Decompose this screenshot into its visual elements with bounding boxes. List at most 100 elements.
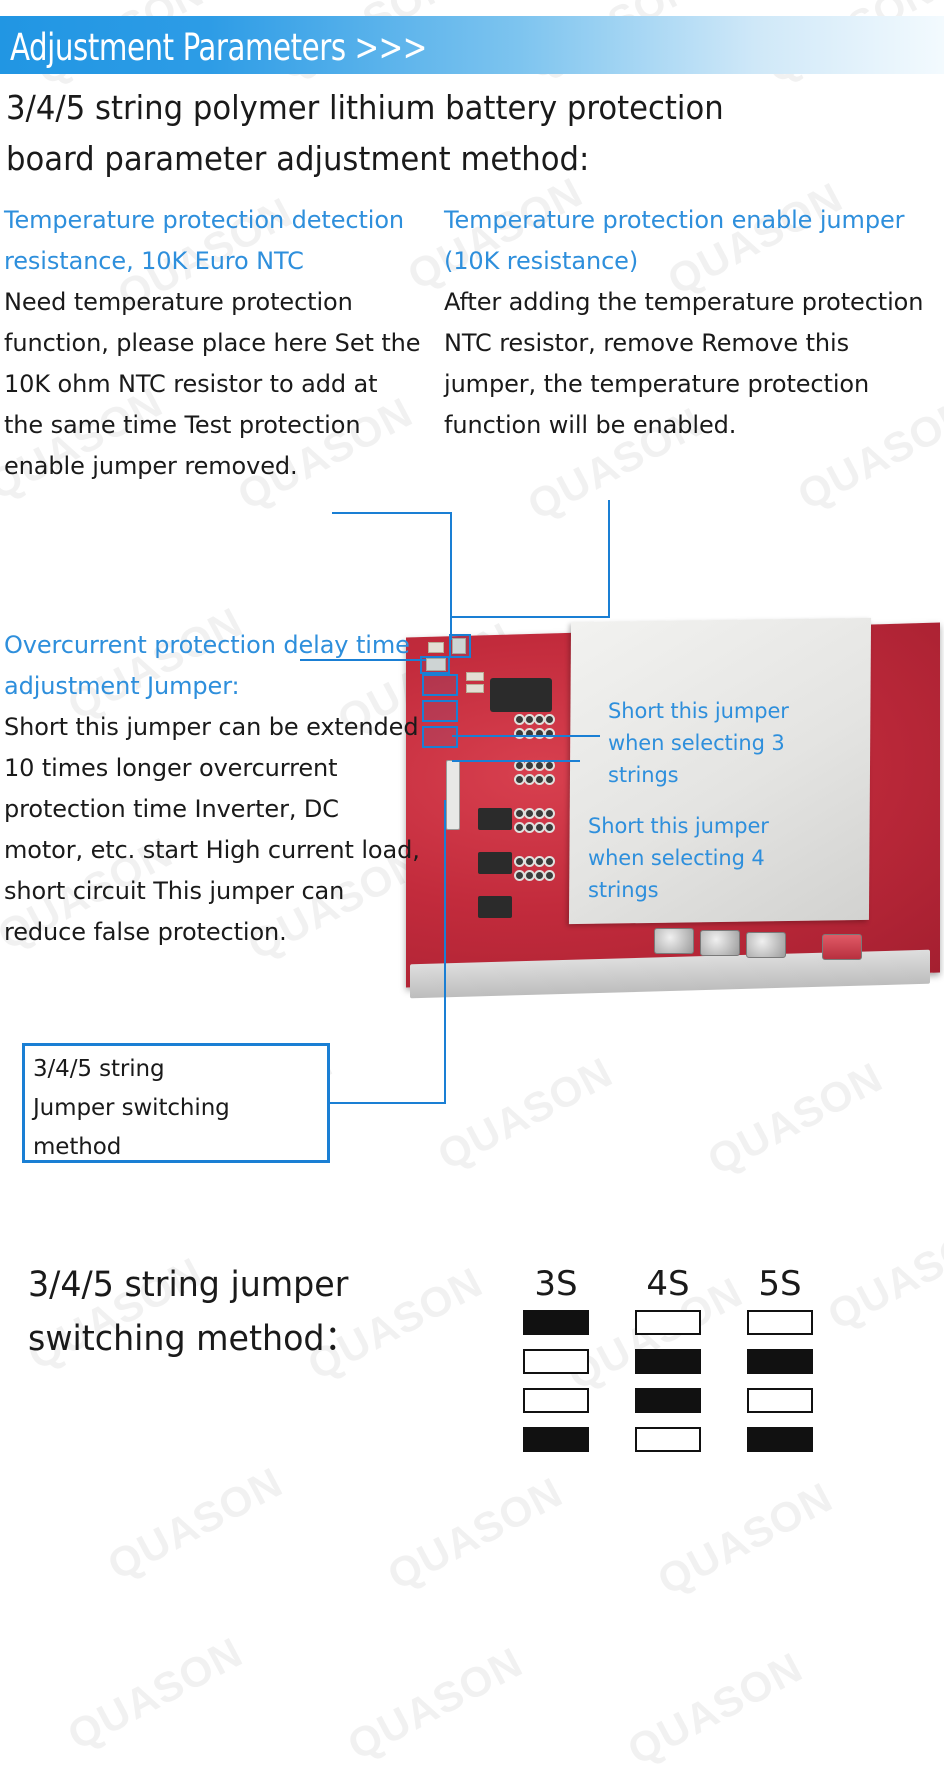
watermark: QUASON [379, 1468, 571, 1599]
watermark: QUASON [429, 1048, 621, 1179]
pcb-connector [446, 760, 460, 830]
callout-line-ntc [332, 512, 452, 514]
left-column-heading: Temperature protection detection resista… [4, 206, 405, 275]
pcb-jumper-highlight-4s [422, 726, 458, 748]
pcb-mosfet [478, 808, 512, 830]
bottom-title-line2: switching method： [28, 1319, 358, 1359]
jumper-table-col-3s: 3S [534, 1264, 578, 1304]
callout-short-3-strings: Short this jumper when selecting 3 strin… [608, 695, 818, 791]
overcurrent-heading: Overcurrent protection delay time adjust… [4, 631, 410, 700]
watermark: QUASON [699, 1053, 891, 1184]
jumper-open-box [635, 1310, 701, 1335]
bottom-section-title: 3/4/5 string jumper switching method： [28, 1258, 446, 1366]
bottom-title-line1: 3/4/5 string jumper [28, 1265, 349, 1305]
watermark: QUASON [819, 1208, 944, 1339]
jumper-table-body [500, 1310, 836, 1452]
jumper-table-cell [500, 1349, 612, 1374]
jumper-shorted-box [523, 1427, 589, 1452]
right-column: Temperature protection enable jumper (10… [444, 200, 944, 446]
watermark: QUASON [99, 1458, 291, 1589]
note-box-line3: method [33, 1134, 122, 1160]
pcb-terminal [654, 928, 694, 954]
callout-3s-line1: Short this jumper [608, 699, 789, 723]
jumper-table-col-4s: 4S [646, 1264, 690, 1304]
pcb-photo [404, 612, 944, 999]
jumper-open-box [747, 1388, 813, 1413]
jumper-shorted-box [747, 1427, 813, 1452]
callout-line-ntc-vert [450, 512, 452, 640]
jumper-table-cell [500, 1388, 612, 1413]
jumper-table-row [500, 1388, 836, 1413]
jumper-shorted-box [747, 1349, 813, 1374]
callout-line-notebox-vert [444, 800, 446, 1104]
pcb-jumper-highlight-temp [449, 634, 471, 658]
callout-line-overcurrent [300, 659, 426, 661]
callout-line-4strings [452, 760, 580, 762]
jumper-open-box [747, 1310, 813, 1335]
callout-short-4-strings: Short this jumper when selecting 4 strin… [588, 810, 798, 906]
callout-line-temp-enable-horiz [452, 616, 610, 618]
pcb-mosfet [478, 852, 512, 874]
pcb-jumper-highlight-3s [422, 700, 458, 722]
jumper-table-header-row: 3S 4S 5S [500, 1258, 836, 1310]
note-box-line1: 3/4/5 string [33, 1056, 165, 1082]
right-column-heading: Temperature protection enable jumper (10… [444, 206, 905, 275]
jumper-switching-note-box: 3/4/5 string Jumper switching method [22, 1043, 330, 1163]
jumper-shorted-box [635, 1388, 701, 1413]
jumper-shorted-box [635, 1349, 701, 1374]
watermark: QUASON [619, 1643, 811, 1774]
pcb-terminal [700, 930, 740, 956]
jumper-table-cell [500, 1310, 612, 1335]
callout-line-notebox [330, 1102, 446, 1104]
pcb-ic-chip [490, 678, 552, 712]
page-title: 3/4/5 string polymer lithium battery pro… [6, 82, 806, 184]
callout-4s-line1: Short this jumper [588, 814, 769, 838]
pcb-component [466, 684, 484, 693]
pcb-terminal-positive [822, 934, 862, 960]
jumper-table-row [500, 1310, 836, 1335]
jumper-table-cell [500, 1427, 612, 1452]
jumper-open-box [635, 1427, 701, 1452]
callout-line-temp-enable [608, 500, 610, 618]
jumper-table-cell [612, 1388, 724, 1413]
pcb-pad-row [516, 824, 553, 831]
jumper-shorted-box [523, 1310, 589, 1335]
jumper-table-row [500, 1427, 836, 1452]
watermark: QUASON [649, 1473, 841, 1604]
left-column: Temperature protection detection resista… [4, 200, 424, 487]
pcb-pad-row [516, 858, 553, 865]
header-bar: Adjustment Parameters >>> [0, 16, 944, 74]
jumper-table-cell [724, 1310, 836, 1335]
jumper-table-cell [612, 1349, 724, 1374]
pcb-terminal [746, 932, 786, 958]
callout-3s-line3: strings [608, 763, 679, 787]
callout-3s-line2: when selecting 3 [608, 731, 785, 755]
pcb-pad-row [516, 716, 553, 723]
pcb-pad-row [516, 776, 553, 783]
page-title-line1: 3/4/5 string polymer lithium battery pro… [6, 88, 724, 127]
jumper-open-box [523, 1388, 589, 1413]
jumper-table-col-5s: 5S [758, 1264, 802, 1304]
pcb-component [466, 672, 484, 681]
jumper-table-cell [612, 1310, 724, 1335]
pcb-pad-row [516, 810, 553, 817]
pcb-mosfet [478, 896, 512, 918]
watermark: QUASON [59, 1628, 251, 1759]
watermark: QUASON [339, 1638, 531, 1769]
left-column-body: Need temperature protection function, pl… [4, 288, 421, 480]
pcb-pad-row [516, 762, 553, 769]
right-column-body: After adding the temperature protection … [444, 288, 924, 439]
pcb-jumper-highlight-oc [422, 674, 458, 696]
jumper-switching-table: 3S 4S 5S [500, 1258, 836, 1466]
jumper-table-cell [724, 1427, 836, 1452]
jumper-table-row [500, 1349, 836, 1374]
overcurrent-column: Overcurrent protection delay time adjust… [4, 625, 424, 953]
callout-4s-line3: strings [588, 878, 659, 902]
page-title-line2: board parameter adjustment method: [6, 139, 590, 178]
jumper-open-box [523, 1349, 589, 1374]
callout-4s-line2: when selecting 4 [588, 846, 765, 870]
jumper-table-cell [724, 1349, 836, 1374]
pcb-component [428, 642, 444, 653]
jumper-table-cell [724, 1388, 836, 1413]
jumper-table-cell [612, 1427, 724, 1452]
